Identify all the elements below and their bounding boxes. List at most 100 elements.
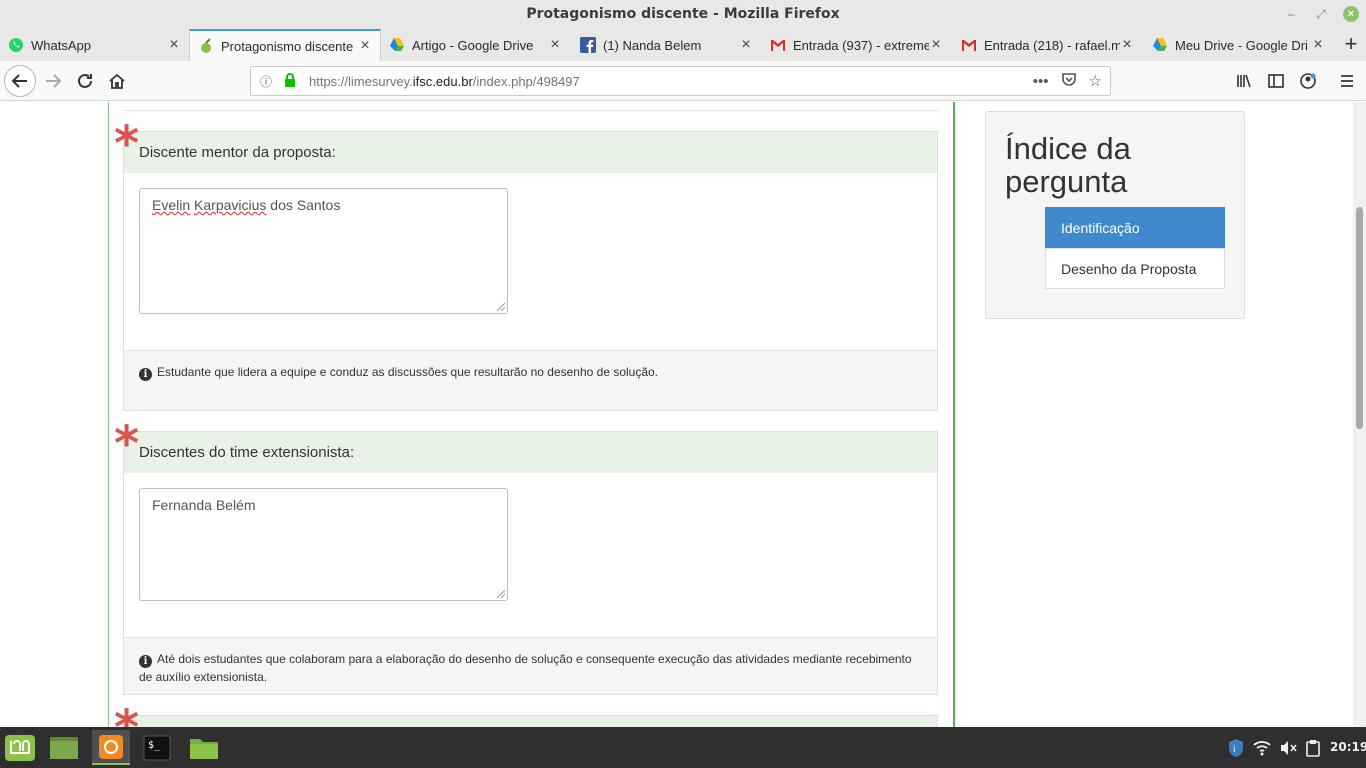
tab-whatsapp[interactable]: WhatsApp × xyxy=(0,29,189,61)
show-desktop-button[interactable] xyxy=(45,730,83,765)
scrollbar-thumb[interactable] xyxy=(1356,207,1363,429)
close-tab-icon[interactable]: × xyxy=(929,37,943,53)
limesurvey-icon xyxy=(198,38,214,54)
vertical-scrollbar[interactable] xyxy=(1353,102,1366,727)
navigation-toolbar: ⓘ https://limesurvey.ifsc.edu.br/index.p… xyxy=(0,61,1366,101)
tab-label: Entrada (218) - rafael.m xyxy=(984,37,1120,53)
taskbar: $_ i 20:19 xyxy=(0,727,1366,768)
facebook-icon xyxy=(580,37,596,53)
volume-muted-icon[interactable] xyxy=(1279,727,1297,768)
lock-icon[interactable] xyxy=(284,72,298,90)
answer-text: Fernanda Belém xyxy=(152,497,256,513)
question-index-panel: Índice da pergunta Identificação Desenho… xyxy=(985,111,1245,319)
tab-meu-drive[interactable]: Meu Drive - Google Dri × xyxy=(1144,29,1333,61)
mint-menu-button[interactable] xyxy=(1,730,39,765)
sidebar-button[interactable] xyxy=(1261,66,1291,96)
sidebar-icon xyxy=(1268,74,1284,88)
forward-button[interactable] xyxy=(38,66,68,96)
question-next: * xyxy=(114,704,938,727)
question-label: Discentes do time extensionista: xyxy=(124,432,937,473)
gmail-icon xyxy=(961,37,977,53)
help-text: Estudante que lidera a equipe e conduz a… xyxy=(157,365,659,379)
window-titlebar: Protagonismo discente - Mozilla Firefox … xyxy=(0,0,1366,29)
svg-text:$_: $_ xyxy=(148,740,161,751)
new-tab-button[interactable]: + xyxy=(1336,29,1366,61)
question-label xyxy=(124,716,937,727)
tab-nanda-belem[interactable]: (1) Nanda Belem × xyxy=(572,29,761,61)
url-host: ifsc.edu.br xyxy=(412,73,473,89)
account-button[interactable] xyxy=(1293,66,1323,96)
shield-icon[interactable]: i xyxy=(1227,727,1245,768)
google-drive-icon xyxy=(1152,37,1168,53)
close-tab-icon[interactable]: × xyxy=(1120,37,1134,53)
index-item-identificacao[interactable]: Identificação xyxy=(1045,207,1225,248)
arrow-left-icon xyxy=(11,74,27,88)
tab-protagonismo-discente[interactable]: Protagonismo discente × xyxy=(189,29,381,61)
files-button[interactable] xyxy=(185,730,223,765)
answer-word: Karpavicius xyxy=(194,197,267,213)
close-tab-icon[interactable]: × xyxy=(167,37,181,53)
right-border xyxy=(953,102,955,727)
clipboard-icon[interactable] xyxy=(1305,727,1321,768)
library-button[interactable] xyxy=(1229,66,1259,96)
home-button[interactable] xyxy=(102,66,132,96)
minimize-button[interactable]: – xyxy=(1283,6,1299,22)
page-content: * Discente mentor da proposta: Evelin Ka… xyxy=(0,102,1366,727)
url-prefix: https://limesurvey. xyxy=(309,73,413,89)
mint-menu-icon xyxy=(5,734,35,761)
index-list: Identificação Desenho da Proposta xyxy=(1045,207,1225,289)
maximize-button[interactable]: ⤢ xyxy=(1313,6,1329,22)
tab-label: WhatsApp xyxy=(31,37,91,53)
pocket-icon[interactable] xyxy=(1061,71,1077,91)
page-actions-icon[interactable]: ••• xyxy=(1033,73,1049,90)
url-text[interactable]: https://limesurvey.ifsc.edu.br/index.php… xyxy=(309,74,580,89)
left-border xyxy=(108,102,109,727)
answer-rest: dos Santos xyxy=(266,197,341,213)
terminal-icon: $_ xyxy=(143,735,171,760)
info-icon[interactable]: ⓘ xyxy=(260,73,276,90)
tab-gmail-extreme[interactable]: Entrada (937) - extreme × xyxy=(762,29,951,61)
question-team: * Discentes do time extensionista: Ferna… xyxy=(114,420,938,695)
tab-label: Artigo - Google Drive xyxy=(412,37,534,53)
firefox-taskbar-button[interactable] xyxy=(92,730,130,765)
info-icon: i xyxy=(139,655,152,668)
help-text: Até dois estudantes que colaboram para a… xyxy=(139,652,912,684)
previous-question-bottom xyxy=(123,102,938,111)
bookmark-star-icon[interactable]: ☆ xyxy=(1089,72,1102,90)
resize-grip-icon[interactable] xyxy=(496,302,506,312)
tab-artigo-google-drive[interactable]: Artigo - Google Drive × xyxy=(381,29,570,61)
team-answer-textarea[interactable]: Fernanda Belém xyxy=(139,488,508,601)
question-mentor: * Discente mentor da proposta: Evelin Ka… xyxy=(114,120,938,411)
show-desktop-icon xyxy=(50,736,78,759)
clock[interactable]: 20:19 xyxy=(1330,727,1366,768)
question-help: i Até dois estudantes que colaboram para … xyxy=(124,637,937,694)
reload-button[interactable] xyxy=(70,66,100,96)
gmail-icon xyxy=(770,37,786,53)
answer-word: Evelin xyxy=(152,197,191,213)
back-button[interactable] xyxy=(4,65,36,97)
mentor-answer-textarea[interactable]: Evelin Karpavicius dos Santos xyxy=(139,188,508,314)
window-title: Protagonismo discente - Mozilla Firefox xyxy=(526,6,840,22)
terminal-button[interactable]: $_ xyxy=(138,730,176,765)
tab-label: Protagonismo discente xyxy=(221,38,354,54)
close-tab-icon[interactable]: × xyxy=(1311,37,1325,53)
required-asterisk: * xyxy=(114,416,140,472)
index-item-desenho-da-proposta[interactable]: Desenho da Proposta xyxy=(1045,248,1225,289)
tab-gmail-rafael[interactable]: Entrada (218) - rafael.m × xyxy=(953,29,1142,61)
close-window-button[interactable]: × xyxy=(1343,6,1359,22)
url-bar[interactable]: ⓘ https://limesurvey.ifsc.edu.br/index.p… xyxy=(250,66,1111,96)
info-icon: i xyxy=(139,368,152,381)
wifi-icon[interactable] xyxy=(1253,727,1271,768)
resize-grip-icon[interactable] xyxy=(496,589,506,599)
tab-label: (1) Nanda Belem xyxy=(603,37,702,53)
reload-icon xyxy=(78,73,92,88)
svg-text:i: i xyxy=(1233,745,1236,755)
hamburger-menu-icon xyxy=(1341,75,1353,87)
arrow-right-icon xyxy=(46,74,62,88)
close-tab-icon[interactable]: × xyxy=(548,37,562,53)
required-asterisk: * xyxy=(114,704,139,727)
close-tab-icon[interactable]: × xyxy=(358,38,372,54)
close-tab-icon[interactable]: × xyxy=(739,37,753,53)
tab-label: Meu Drive - Google Dri xyxy=(1175,37,1308,53)
menu-button[interactable] xyxy=(1332,66,1362,96)
